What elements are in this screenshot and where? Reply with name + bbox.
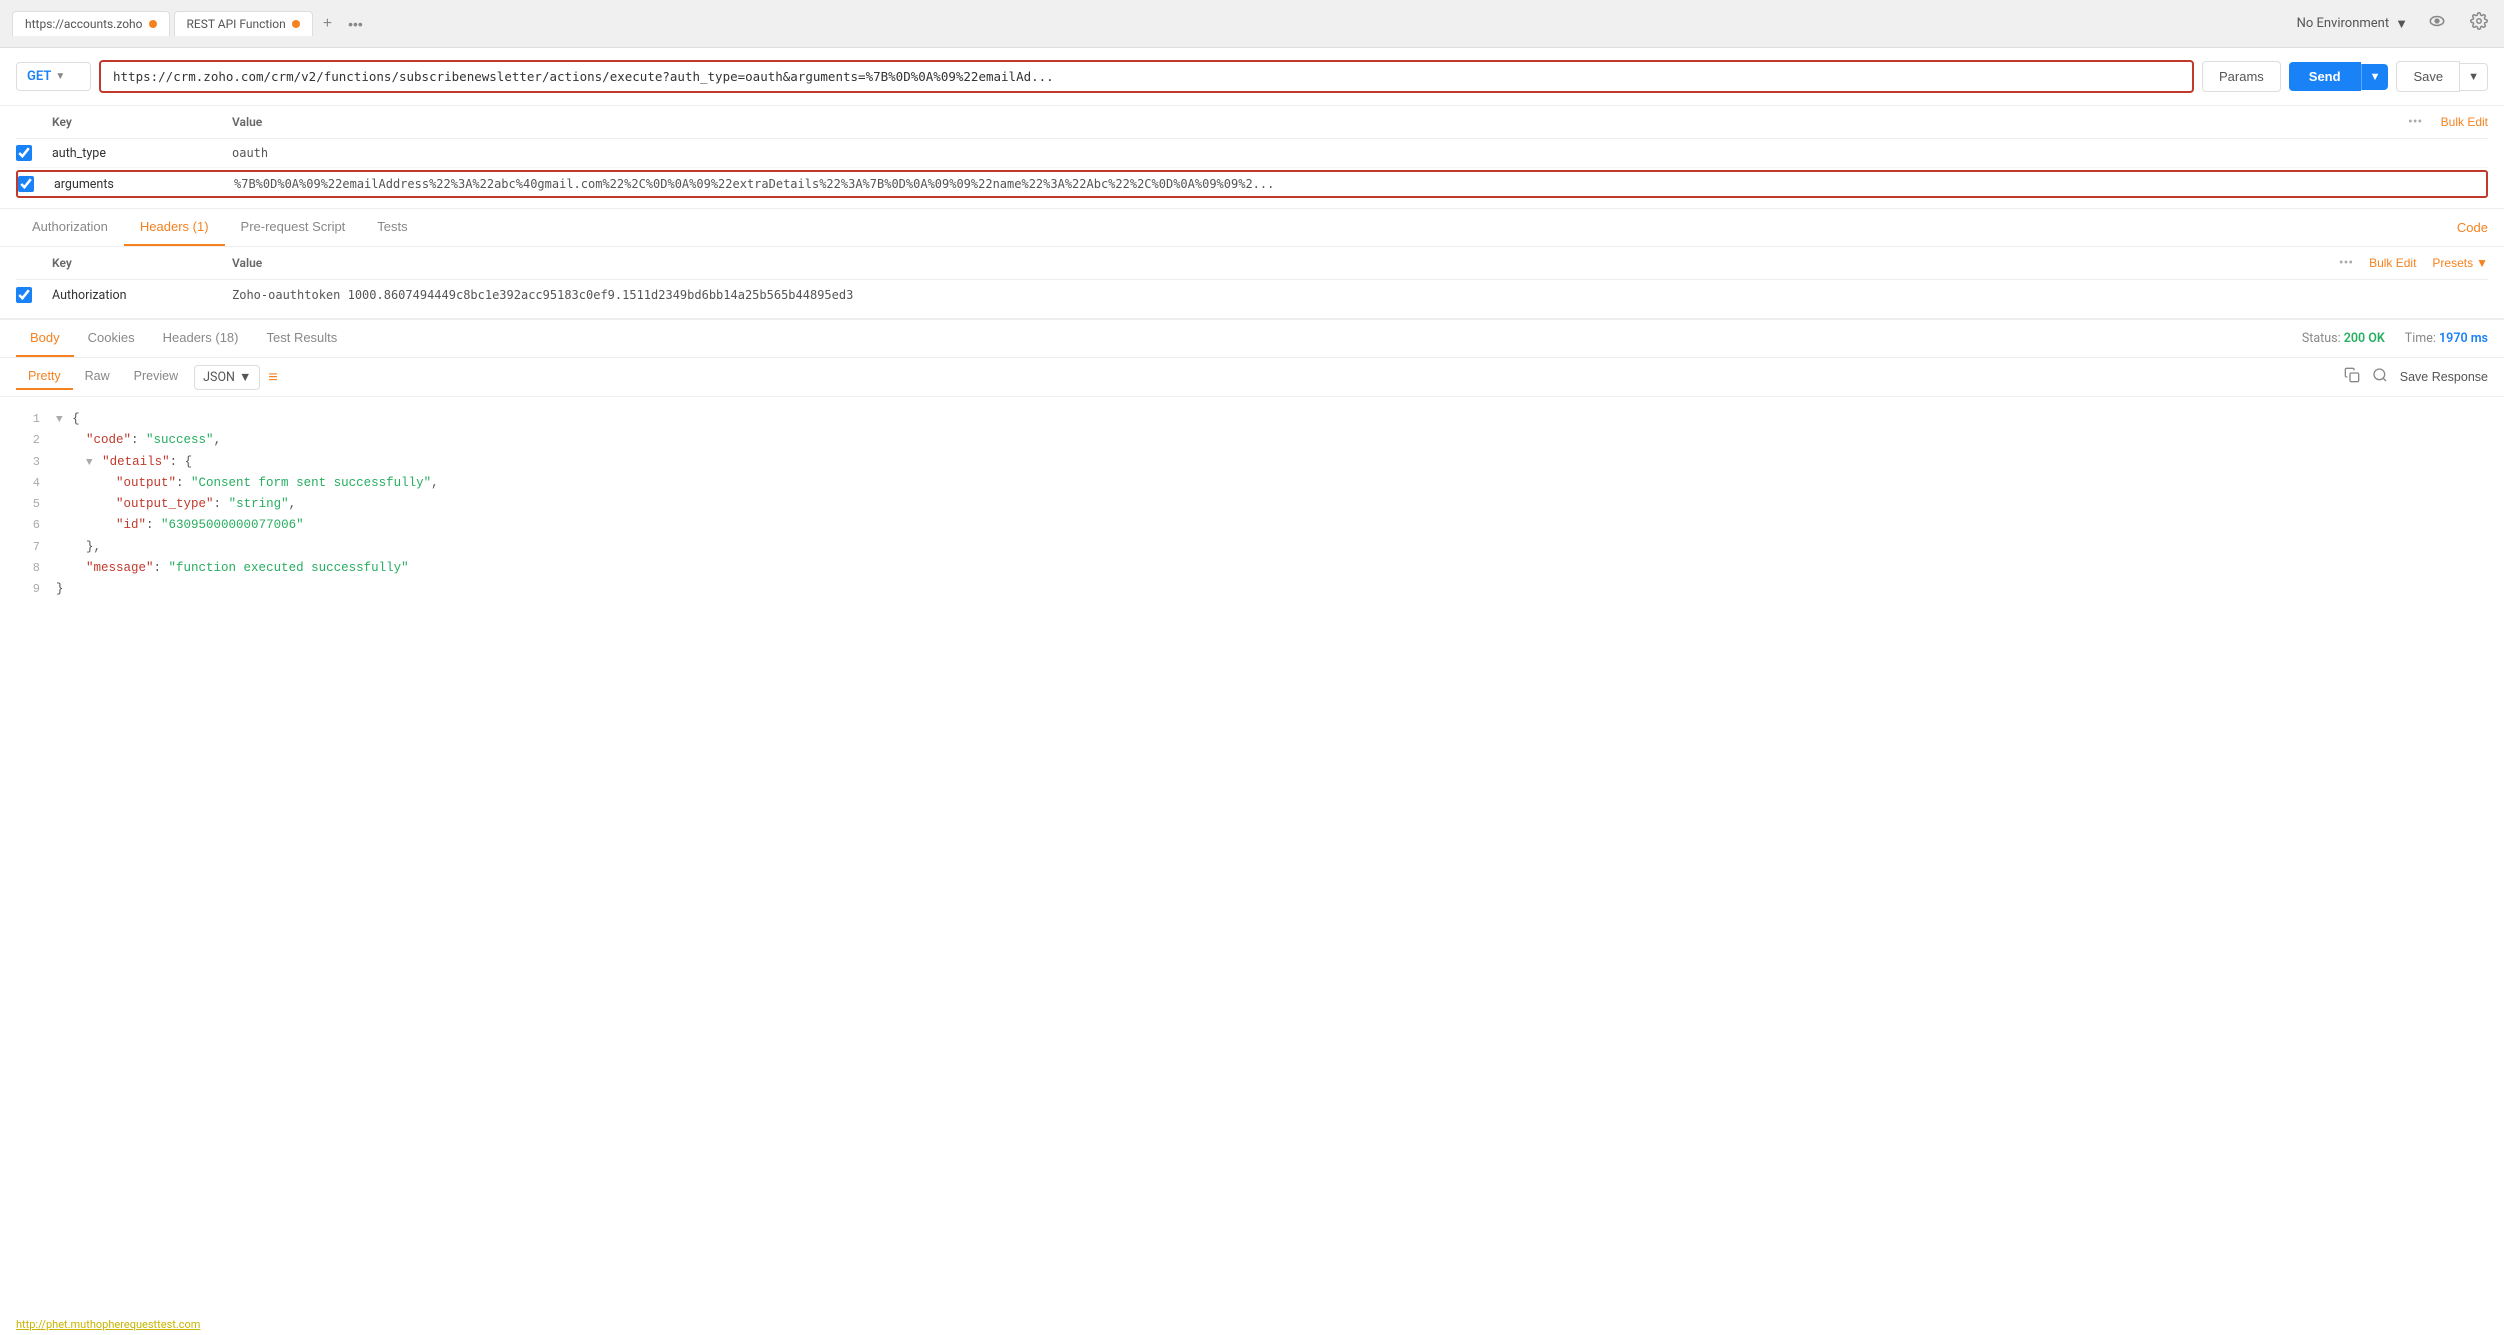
params-row-arguments-checkbox[interactable]	[18, 176, 34, 192]
app-container: https://accounts.zoho REST API Function …	[0, 0, 2504, 1335]
fmt-tab-raw[interactable]: Raw	[73, 364, 122, 390]
headers-value-authorization: Zoho-oauthtoken 1000.8607494449c8bc1e392…	[232, 288, 2488, 302]
save-button-wrapper: Save ▼	[2396, 61, 2488, 92]
collapse-details-icon[interactable]: ▼	[86, 457, 93, 469]
format-bar: Pretty Raw Preview JSON ▼ ≡ Save Respons…	[0, 358, 2504, 397]
tab-dot	[149, 20, 157, 28]
params-value-arguments: %7B%0D%0A%09%22emailAddress%22%3A%22abc%…	[234, 177, 2486, 191]
resp-tab-body[interactable]: Body	[16, 320, 74, 357]
tab-label: REST API Function	[187, 17, 286, 31]
params-value-auth-type: oauth	[232, 146, 2488, 160]
params-row-arguments: arguments %7B%0D%0A%09%22emailAddress%22…	[16, 170, 2488, 198]
resp-tab-test-results[interactable]: Test Results	[252, 320, 351, 357]
method-chevron-icon: ▼	[55, 71, 65, 82]
params-key-auth-type: auth_type	[52, 146, 232, 161]
response-section: Body Cookies Headers (18) Test Results S…	[0, 320, 2504, 1314]
fmt-tab-pretty[interactable]: Pretty	[16, 364, 73, 390]
send-button[interactable]: Send	[2289, 62, 2361, 91]
resp-tab-cookies[interactable]: Cookies	[74, 320, 149, 357]
response-tabs-bar: Body Cookies Headers (18) Test Results S…	[0, 320, 2504, 358]
wrap-icon[interactable]: ≡	[268, 367, 277, 387]
format-bar-right: Save Response	[2344, 367, 2488, 387]
json-line-4: 4 "output": "Consent form sent successfu…	[20, 473, 2484, 494]
headers-presets-button[interactable]: Presets ▼	[2432, 256, 2488, 270]
add-tab-button[interactable]: +	[317, 11, 338, 37]
url-bar-section: GET ▼ Params Send ▼ Save ▼	[0, 48, 2504, 106]
status-label: Status: 200 OK	[2302, 331, 2385, 346]
headers-key-authorization: Authorization	[52, 288, 232, 303]
eye-icon[interactable]	[2424, 8, 2450, 39]
tab-rest-api[interactable]: REST API Function	[174, 11, 313, 36]
params-key-arguments: arguments	[54, 177, 234, 192]
code-link-button[interactable]: Code	[2457, 220, 2488, 235]
gear-icon[interactable]	[2466, 8, 2492, 39]
save-response-button[interactable]: Save Response	[2400, 370, 2488, 384]
json-line-9: 9 }	[20, 579, 2484, 600]
params-table-header: Key Value ••• Bulk Edit	[16, 106, 2488, 139]
send-dropdown-button[interactable]: ▼	[2361, 64, 2389, 90]
tab-headers[interactable]: Headers (1)	[124, 209, 225, 246]
json-line-2: 2 "code": "success",	[20, 430, 2484, 451]
headers-row-authorization: Authorization Zoho-oauthtoken 1000.86074…	[16, 280, 2488, 310]
params-bulk-edit-button[interactable]: Bulk Edit	[2441, 115, 2488, 129]
tab-bar: https://accounts.zoho REST API Function …	[0, 0, 2504, 48]
headers-key-header: Key	[52, 256, 232, 270]
params-button[interactable]: Params	[2202, 61, 2281, 92]
tab-bar-right: No Environment ▼	[2297, 8, 2492, 39]
bottom-link[interactable]: http://phet.muthopherequesttest.com	[0, 1314, 2504, 1335]
more-tabs-button[interactable]: •••	[342, 12, 369, 36]
params-section: Key Value ••• Bulk Edit auth_type oauth …	[0, 106, 2504, 209]
tab-authorization[interactable]: Authorization	[16, 209, 124, 246]
json-line-6: 6 "id": "63095000000077006"	[20, 515, 2484, 536]
url-bar: GET ▼ Params Send ▼ Save ▼	[16, 60, 2488, 93]
json-line-5: 5 "output_type": "string",	[20, 494, 2484, 515]
send-button-wrapper: Send ▼	[2289, 62, 2389, 91]
json-format-select[interactable]: JSON ▼	[194, 365, 260, 390]
chevron-down-icon: ▼	[2395, 16, 2408, 32]
params-row-auth-type: auth_type oauth	[16, 139, 2488, 168]
status-value: 200 OK	[2344, 331, 2385, 346]
tab-label: https://accounts.zoho	[25, 17, 143, 31]
tab-accounts-zoho[interactable]: https://accounts.zoho	[12, 11, 170, 36]
params-value-header: Value	[232, 115, 2408, 129]
resp-tab-headers[interactable]: Headers (18)	[149, 320, 253, 357]
json-output: 1 ▼ { 2 "code": "success", 3 ▼ "details"…	[0, 397, 2504, 612]
time-value: 1970 ms	[2439, 331, 2488, 346]
url-input[interactable]	[99, 60, 2194, 93]
method-select[interactable]: GET ▼	[16, 62, 91, 91]
headers-more-icon[interactable]: •••	[2339, 255, 2353, 271]
environment-selector[interactable]: No Environment ▼	[2297, 16, 2408, 32]
headers-value-header: Value	[232, 256, 2339, 270]
request-tabs: Authorization Headers (1) Pre-request Sc…	[0, 209, 2504, 247]
copy-icon[interactable]	[2344, 367, 2360, 387]
headers-table-header: Key Value ••• Bulk Edit Presets ▼	[16, 247, 2488, 280]
json-chevron-icon: ▼	[239, 370, 251, 385]
headers-bulk-edit-button[interactable]: Bulk Edit	[2369, 256, 2416, 270]
save-button[interactable]: Save	[2396, 61, 2460, 92]
response-meta: Status: 200 OK Time: 1970 ms	[2302, 331, 2488, 346]
collapse-icon[interactable]: ▼	[56, 414, 63, 426]
search-icon[interactable]	[2372, 367, 2388, 387]
json-line-3: 3 ▼ "details": {	[20, 452, 2484, 473]
json-line-8: 8 "message": "function executed successf…	[20, 558, 2484, 579]
presets-chevron-icon: ▼	[2476, 256, 2488, 270]
params-row-auth-type-checkbox[interactable]	[16, 145, 32, 161]
tab-tests[interactable]: Tests	[361, 209, 423, 246]
env-label: No Environment	[2297, 16, 2390, 31]
json-line-7: 7 },	[20, 537, 2484, 558]
save-dropdown-button[interactable]: ▼	[2460, 63, 2488, 91]
headers-section: Key Value ••• Bulk Edit Presets ▼ Author…	[0, 247, 2504, 319]
fmt-tab-preview[interactable]: Preview	[122, 364, 190, 390]
tab-dot	[292, 20, 300, 28]
url-input-wrapper	[99, 60, 2194, 93]
time-label: Time: 1970 ms	[2405, 331, 2488, 346]
headers-authorization-checkbox[interactable]	[16, 287, 32, 303]
params-more-icon[interactable]: •••	[2408, 114, 2422, 130]
json-line-1: 1 ▼ {	[20, 409, 2484, 430]
tab-pre-request-script[interactable]: Pre-request Script	[225, 209, 362, 246]
params-key-header: Key	[52, 115, 232, 129]
method-label: GET	[27, 69, 51, 84]
